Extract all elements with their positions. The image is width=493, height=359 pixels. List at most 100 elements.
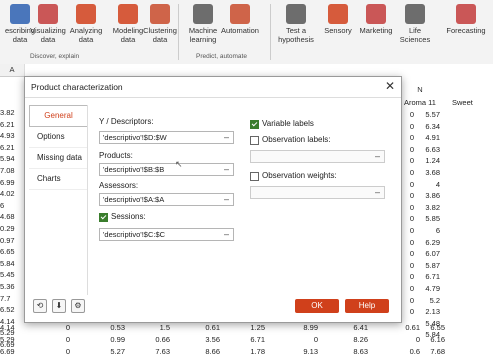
cell[interactable]: 7.7: [0, 294, 22, 303]
observation-labels-checkbox[interactable]: [250, 136, 259, 145]
cell[interactable]: 0.61: [200, 323, 220, 332]
cell[interactable]: 6.71: [245, 335, 265, 344]
cell[interactable]: 0: [400, 180, 414, 189]
cell[interactable]: 7.63: [150, 347, 170, 356]
cell[interactable]: 4.79: [416, 284, 440, 293]
cell[interactable]: 0: [298, 335, 318, 344]
cell[interactable]: 3.86: [416, 191, 440, 200]
cell[interactable]: 6.69: [0, 347, 22, 356]
collapse-icon[interactable]: –: [375, 151, 380, 162]
cell[interactable]: 0.29: [0, 224, 22, 233]
column-header-n[interactable]: N: [400, 84, 440, 96]
cell[interactable]: 6.21: [0, 120, 22, 129]
header-cell-sweet[interactable]: Sweet: [452, 98, 473, 107]
cell[interactable]: 0.99: [105, 335, 125, 344]
cell[interactable]: 6.29: [416, 238, 440, 247]
reset-icon[interactable]: ⟲: [33, 299, 47, 313]
cell[interactable]: 0: [400, 226, 414, 235]
cell[interactable]: 5.45: [0, 270, 22, 279]
cell[interactable]: 4: [416, 180, 440, 189]
cell[interactable]: 0: [400, 272, 414, 281]
cell[interactable]: 5.94: [0, 154, 22, 163]
cell[interactable]: 4.68: [0, 212, 22, 221]
cell[interactable]: 6.16: [425, 335, 445, 344]
cell[interactable]: 0: [50, 347, 70, 356]
ribbon-button-sensory[interactable]: Sensory: [318, 4, 358, 35]
cell[interactable]: 0: [400, 122, 414, 131]
ribbon-button-clustering-data[interactable]: Clustering data: [140, 4, 180, 44]
cell[interactable]: 7.08: [0, 166, 22, 175]
cell[interactable]: 5.84: [0, 259, 22, 268]
cell[interactable]: 0: [400, 203, 414, 212]
assessors-field[interactable]: 'descriptivo'!$A:$A –: [99, 193, 234, 206]
ribbon-button-machine-learning[interactable]: Machine learning: [183, 4, 223, 44]
cell[interactable]: 4.14: [0, 323, 22, 332]
ribbon-button-analyzing-data[interactable]: Analyzing data: [66, 4, 106, 44]
cell[interactable]: 4.93: [0, 131, 22, 140]
cell[interactable]: 0: [400, 261, 414, 270]
cell[interactable]: 6: [416, 226, 440, 235]
cell[interactable]: 6.52: [0, 305, 22, 314]
ribbon-button-life-sciences[interactable]: Life Sciences: [395, 4, 435, 44]
cell[interactable]: 6.99: [0, 178, 22, 187]
download-icon[interactable]: ⬇: [52, 299, 66, 313]
cell[interactable]: 1.24: [416, 156, 440, 165]
cell[interactable]: 0: [400, 214, 414, 223]
cell[interactable]: 8.99: [298, 323, 318, 332]
cell[interactable]: 8.63: [348, 347, 368, 356]
observation-weights-field[interactable]: –: [250, 186, 385, 199]
cell[interactable]: 2.13: [416, 307, 440, 316]
ribbon-button-marketing[interactable]: Marketing: [356, 4, 396, 35]
cell[interactable]: 6.07: [416, 249, 440, 258]
cell[interactable]: 6.55: [425, 323, 445, 332]
cell[interactable]: 0.6: [400, 347, 420, 356]
ok-button[interactable]: OK: [295, 299, 339, 313]
cell[interactable]: 0: [400, 145, 414, 154]
y-descriptors-field[interactable]: 'descriptivo'!$D:$W –: [99, 131, 234, 144]
collapse-icon[interactable]: –: [224, 194, 229, 205]
close-icon[interactable]: ✕: [385, 79, 395, 93]
cell[interactable]: 1.5: [150, 323, 170, 332]
ribbon-button-test-hypothesis[interactable]: Test a hypothesis: [276, 4, 316, 44]
cell[interactable]: 0: [400, 110, 414, 119]
cell[interactable]: 4.02: [0, 189, 22, 198]
column-header-a[interactable]: A: [0, 64, 25, 77]
cell[interactable]: 6.71: [416, 272, 440, 281]
cell[interactable]: 8.26: [348, 335, 368, 344]
cell[interactable]: 4.91: [416, 133, 440, 142]
cell[interactable]: 1.25: [245, 323, 265, 332]
cell[interactable]: 6: [0, 201, 22, 210]
help-button[interactable]: Help: [345, 299, 389, 313]
cell[interactable]: 5.57: [416, 110, 440, 119]
ribbon-button-visualizing-data[interactable]: Visualizing data: [28, 4, 68, 44]
tab-options[interactable]: Options: [29, 127, 87, 148]
sessions-checkbox[interactable]: [99, 213, 108, 222]
cell[interactable]: 6.65: [0, 247, 22, 256]
cell[interactable]: 5.2: [416, 296, 440, 305]
cell[interactable]: 9.13: [298, 347, 318, 356]
cell[interactable]: 5.36: [0, 282, 22, 291]
cell[interactable]: 0: [400, 284, 414, 293]
collapse-icon[interactable]: –: [224, 164, 229, 175]
ribbon-button-forecasting[interactable]: Forecasting: [446, 4, 486, 35]
cell[interactable]: 3.56: [200, 335, 220, 344]
cell[interactable]: 0.66: [150, 335, 170, 344]
cell[interactable]: 1.78: [245, 347, 265, 356]
tab-charts[interactable]: Charts: [29, 169, 87, 190]
cell[interactable]: 0: [50, 335, 70, 344]
sessions-field[interactable]: 'descriptivo'!$C:$C –: [99, 228, 234, 241]
cell[interactable]: 7.68: [425, 347, 445, 356]
collapse-icon[interactable]: –: [375, 187, 380, 198]
cell[interactable]: 0.53: [105, 323, 125, 332]
cell[interactable]: 5.87: [416, 261, 440, 270]
cell[interactable]: 0: [400, 296, 414, 305]
cell[interactable]: 0.61: [400, 323, 420, 332]
cell[interactable]: 0: [400, 156, 414, 165]
cell[interactable]: 6.34: [416, 122, 440, 131]
cell[interactable]: 5.85: [416, 214, 440, 223]
cell[interactable]: 0: [400, 168, 414, 177]
tab-general[interactable]: General: [29, 105, 87, 127]
ribbon-button-automation[interactable]: Automation: [220, 4, 260, 35]
cell[interactable]: 3.82: [0, 108, 22, 117]
cell[interactable]: 3.82: [416, 203, 440, 212]
